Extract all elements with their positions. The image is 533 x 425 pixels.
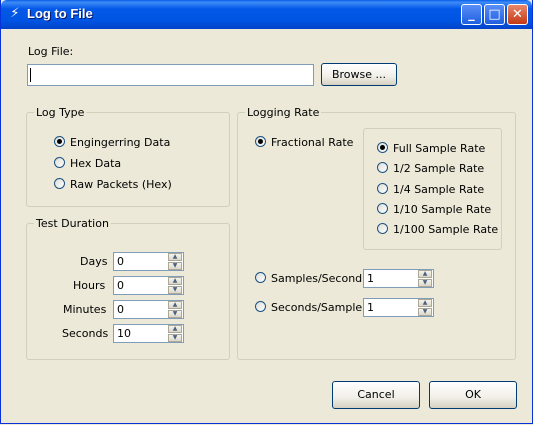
seconds-per-sample-spinner[interactable]: 1 ▲ ▼ [363, 298, 434, 317]
logging-rate-title: Logging Rate [245, 106, 322, 119]
samples-per-second-up-button[interactable]: ▲ [418, 270, 432, 278]
radio-samples-per-second[interactable] [255, 272, 266, 283]
seconds-label: Seconds [62, 327, 109, 340]
radio-full-sample-rate[interactable] [377, 142, 388, 153]
days-spinner[interactable]: 0 ▲ ▼ [113, 252, 184, 271]
app-icon: ⚡ [10, 6, 20, 21]
seconds-per-sample-up-button[interactable]: ▲ [418, 299, 432, 307]
days-label: Days [80, 255, 108, 268]
radio-hex-data[interactable] [54, 157, 65, 168]
hours-spinner[interactable]: 0 ▲ ▼ [113, 276, 184, 295]
radio-tenth-sample-rate[interactable] [377, 203, 388, 214]
radio-engineering-data[interactable] [54, 136, 65, 147]
radio-fractional-rate[interactable] [255, 136, 266, 147]
samples-per-second-value: 1 [367, 272, 374, 285]
log-type-title: Log Type [34, 106, 87, 119]
days-up-button[interactable]: ▲ [168, 253, 182, 261]
radio-half-sample-rate[interactable] [377, 162, 388, 173]
seconds-spinner[interactable]: 10 ▲ ▼ [113, 324, 184, 343]
cancel-button[interactable]: Cancel [332, 381, 420, 409]
samples-per-second-down-button[interactable]: ▼ [418, 279, 432, 287]
hex-data-label[interactable]: Hex Data [70, 157, 121, 170]
minutes-spinner[interactable]: 0 ▲ ▼ [113, 300, 184, 319]
seconds-down-button[interactable]: ▼ [168, 334, 182, 342]
hours-label: Hours [73, 279, 106, 292]
seconds-per-sample-down-button[interactable]: ▼ [418, 308, 432, 316]
half-sample-rate-label[interactable]: 1/2 Sample Rate [393, 162, 484, 175]
close-icon: ✕ [512, 7, 523, 22]
raw-packets-label[interactable]: Raw Packets (Hex) [70, 178, 172, 191]
hours-value: 0 [117, 279, 124, 292]
engineering-data-label[interactable]: Engingerring Data [70, 136, 170, 149]
quarter-sample-rate-label[interactable]: 1/4 Sample Rate [393, 183, 484, 196]
log-to-file-dialog: ⚡ Log to File _ □ ✕ Log File: Browse ...… [0, 0, 533, 424]
hundredth-sample-rate-label[interactable]: 1/100 Sample Rate [393, 223, 498, 236]
minutes-label: Minutes [63, 303, 107, 316]
log-file-label: Log File: [28, 45, 74, 58]
radio-hundredth-sample-rate[interactable] [377, 223, 388, 234]
minutes-up-button[interactable]: ▲ [168, 301, 182, 309]
browse-button[interactable]: Browse ... [321, 63, 397, 86]
close-button[interactable]: ✕ [507, 4, 528, 25]
fractional-rate-label[interactable]: Fractional Rate [271, 136, 353, 149]
text-caret [30, 68, 31, 82]
samples-per-second-label[interactable]: Samples/Second [271, 272, 362, 285]
test-duration-title: Test Duration [34, 217, 111, 230]
seconds-value: 10 [117, 327, 131, 340]
log-file-input[interactable] [27, 64, 314, 86]
samples-per-second-spinner[interactable]: 1 ▲ ▼ [363, 269, 434, 288]
days-value: 0 [117, 255, 124, 268]
days-down-button[interactable]: ▼ [168, 262, 182, 270]
radio-raw-packets[interactable] [54, 178, 65, 189]
seconds-per-sample-value: 1 [367, 301, 374, 314]
minutes-value: 0 [117, 303, 124, 316]
hours-up-button[interactable]: ▲ [168, 277, 182, 285]
minimize-icon: _ [468, 7, 475, 22]
full-sample-rate-label[interactable]: Full Sample Rate [393, 142, 485, 155]
hours-down-button[interactable]: ▼ [168, 286, 182, 294]
maximize-button[interactable]: □ [484, 4, 505, 25]
maximize-icon: □ [488, 7, 501, 22]
seconds-up-button[interactable]: ▲ [168, 325, 182, 333]
minutes-down-button[interactable]: ▼ [168, 310, 182, 318]
minimize-button[interactable]: _ [461, 4, 482, 25]
radio-seconds-per-sample[interactable] [255, 301, 266, 312]
ok-button[interactable]: OK [429, 381, 517, 409]
title-bar[interactable]: ⚡ Log to File _ □ ✕ [1, 0, 532, 29]
seconds-per-sample-label[interactable]: Seconds/Sample [271, 301, 362, 314]
radio-quarter-sample-rate[interactable] [377, 183, 388, 194]
tenth-sample-rate-label[interactable]: 1/10 Sample Rate [393, 203, 491, 216]
window-title: Log to File [27, 6, 93, 21]
